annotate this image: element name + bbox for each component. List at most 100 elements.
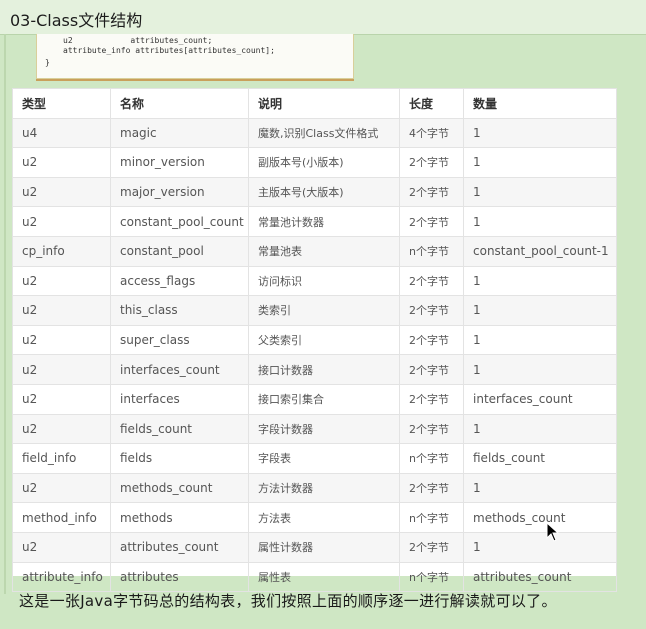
- cell-name: fields_count: [110, 413, 249, 445]
- cell-description: 接口索引集合: [248, 383, 400, 415]
- cell-name: constant_pool_count: [110, 206, 249, 237]
- cell-description: 字段表: [248, 443, 400, 474]
- header-type: 类型: [12, 88, 111, 119]
- cell-description: 魔数,识别Class文件格式: [248, 117, 400, 149]
- cell-count: 1: [463, 531, 617, 563]
- cell-description: 主版本号(大版本): [248, 176, 400, 208]
- table-header-row: 类型 名称 说明 长度 数量: [12, 88, 617, 119]
- header-description: 说明: [248, 88, 400, 119]
- cell-type: u2: [12, 324, 111, 356]
- cell-name: interfaces_count: [110, 354, 249, 385]
- class-structure-table: 类型 名称 说明 长度 数量 u4 magic 魔数,识别Class文件格式 4个字节…: [12, 88, 617, 593]
- cell-length: 2个字节: [399, 147, 464, 178]
- table-row: u2 this_class 类索引 2个字节 1: [12, 295, 617, 326]
- cell-count: 1: [463, 295, 617, 326]
- cell-name: this_class: [110, 295, 249, 326]
- cell-type: attribute_info: [12, 561, 111, 593]
- table-row: cp_info constant_pool 常量池表 n个字节 constant_poo…: [12, 235, 617, 267]
- cell-name: fields: [110, 443, 249, 474]
- cell-length: n个字节: [399, 443, 464, 474]
- cell-count: 1: [463, 176, 617, 208]
- cell-length: 2个字节: [399, 383, 464, 415]
- table-row: u4 magic 魔数,识别Class文件格式 4个字节 1: [12, 117, 617, 149]
- table-row: u2 interfaces 接口索引集合 2个字节 interfaces_count: [12, 383, 617, 415]
- cell-name: attributes: [110, 561, 249, 593]
- footer-caption: 这是一张Java字节码总的结构表，我们按照上面的顺序逐一进行解读就可以了。: [19, 592, 557, 610]
- cell-length: 2个字节: [399, 295, 464, 326]
- cell-length: n个字节: [399, 561, 464, 593]
- code-line: u2 attributes_count;: [63, 36, 213, 45]
- cell-length: 2个字节: [399, 472, 464, 504]
- cell-description: 常量池表: [248, 235, 400, 267]
- cell-type: method_info: [12, 502, 111, 533]
- table-row: field_info fields 字段表 n个字节 fields_count: [12, 443, 617, 474]
- cell-type: u2: [12, 147, 111, 178]
- cell-count: attributes_count: [463, 561, 617, 593]
- cell-count: 1: [463, 324, 617, 356]
- cell-length: 2个字节: [399, 413, 464, 445]
- cell-description: 方法计数器: [248, 472, 400, 504]
- cell-length: n个字节: [399, 235, 464, 267]
- header-count: 数量: [463, 88, 617, 119]
- table-row: u2 access_flags 访问标识 2个字节 1: [12, 265, 617, 297]
- cell-name: attributes_count: [110, 531, 249, 563]
- cell-length: 2个字节: [399, 265, 464, 297]
- code-line: }: [45, 58, 50, 67]
- cell-length: 2个字节: [399, 354, 464, 385]
- left-divider: [4, 34, 6, 594]
- cell-count: 1: [463, 413, 617, 445]
- cell-name: minor_version: [110, 147, 249, 178]
- cell-description: 常量池计数器: [248, 206, 400, 237]
- table-row: u2 interfaces_count 接口计数器 2个字节 1: [12, 354, 617, 385]
- table-row: u2 major_version 主版本号(大版本) 2个字节 1: [12, 176, 617, 208]
- table-row: method_info methods 方法表 n个字节 methods_count: [12, 502, 617, 533]
- cell-length: 4个字节: [399, 117, 464, 149]
- cell-name: major_version: [110, 176, 249, 208]
- cell-description: 字段计数器: [248, 413, 400, 445]
- table-row: u2 super_class 父类索引 2个字节 1: [12, 324, 617, 356]
- cell-description: 类索引: [248, 295, 400, 326]
- cell-count: constant_pool_count-1: [463, 235, 617, 267]
- header-length: 长度: [399, 88, 464, 119]
- cell-length: n个字节: [399, 502, 464, 533]
- cell-count: 1: [463, 147, 617, 178]
- cell-description: 属性计数器: [248, 531, 400, 563]
- cell-count: 1: [463, 206, 617, 237]
- cell-type: u4: [12, 117, 111, 149]
- table-row: attribute_info attributes 属性表 n个字节 attribute…: [12, 561, 617, 593]
- cell-description: 副版本号(小版本): [248, 147, 400, 178]
- cell-count: interfaces_count: [463, 383, 617, 415]
- cell-count: 1: [463, 117, 617, 149]
- header-name: 名称: [110, 88, 249, 119]
- cell-type: u2: [12, 176, 111, 208]
- cell-description: 接口计数器: [248, 354, 400, 385]
- cell-count: methods_count: [463, 502, 617, 533]
- class-structure-table-container: 类型 名称 说明 长度 数量 u4 magic 魔数,识别Class文件格式 4个字节…: [12, 88, 617, 593]
- cell-count: 1: [463, 472, 617, 504]
- cell-description: 属性表: [248, 561, 400, 593]
- cell-name: magic: [110, 117, 249, 149]
- cell-name: super_class: [110, 324, 249, 356]
- cell-type: cp_info: [12, 235, 111, 267]
- cell-count: fields_count: [463, 443, 617, 474]
- cell-count: 1: [463, 265, 617, 297]
- cell-type: u2: [12, 383, 111, 415]
- cell-description: 父类索引: [248, 324, 400, 356]
- cell-type: u2: [12, 295, 111, 326]
- cell-name: interfaces: [110, 383, 249, 415]
- cell-type: u2: [12, 472, 111, 504]
- cell-description: 方法表: [248, 502, 400, 533]
- slide-title-bar: 03-Class文件结构: [0, 0, 646, 35]
- code-snippet: u2 attributes_count; attribute_info attr…: [36, 34, 354, 79]
- cell-type: u2: [12, 413, 111, 445]
- cell-type: u2: [12, 531, 111, 563]
- cell-length: 2个字节: [399, 324, 464, 356]
- cell-name: methods: [110, 502, 249, 533]
- table-row: u2 methods_count 方法计数器 2个字节 1: [12, 472, 617, 504]
- cell-type: u2: [12, 354, 111, 385]
- table-row: u2 constant_pool_count 常量池计数器 2个字节 1: [12, 206, 617, 237]
- table-row: u2 fields_count 字段计数器 2个字节 1: [12, 413, 617, 445]
- cell-length: 2个字节: [399, 206, 464, 237]
- table-row: u2 attributes_count 属性计数器 2个字节 1: [12, 531, 617, 563]
- cell-name: methods_count: [110, 472, 249, 504]
